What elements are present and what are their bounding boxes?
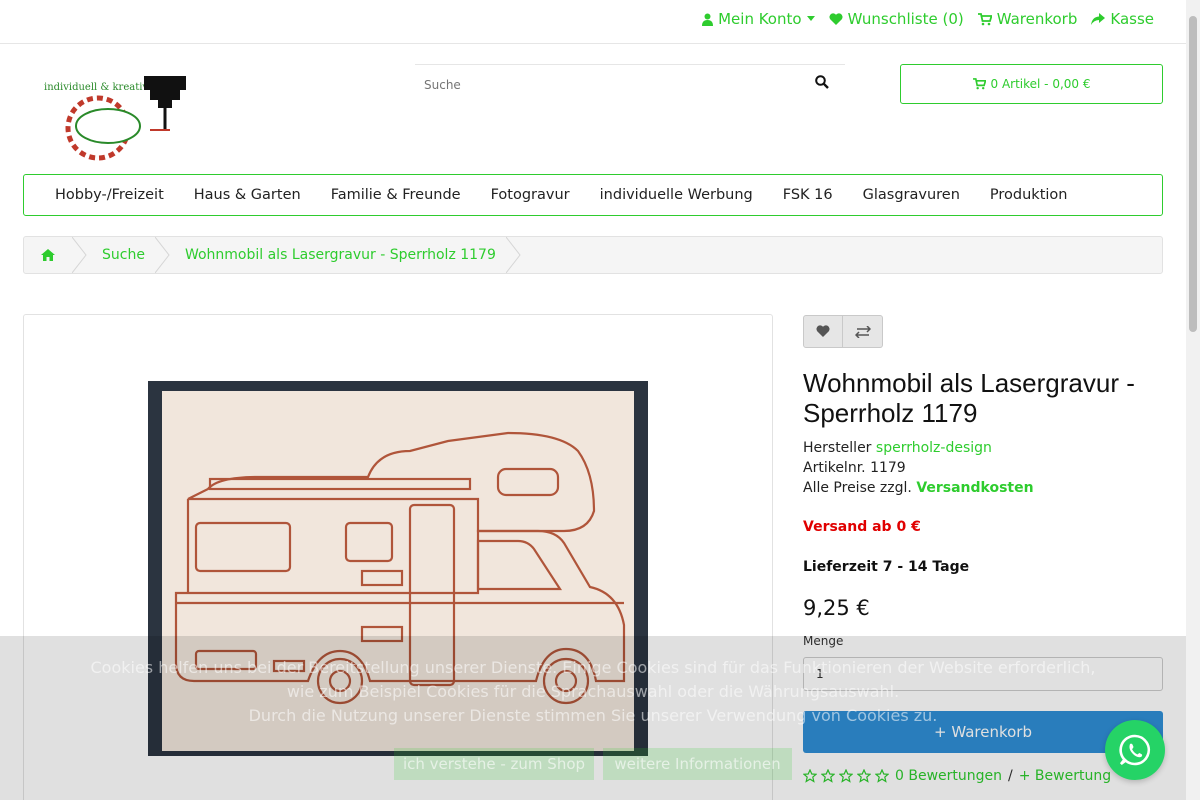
breadcrumb-home[interactable] <box>24 237 72 273</box>
product-meta: Hersteller sperrholz-design Artikelnr. 1… <box>803 438 1034 498</box>
manufacturer-label: Hersteller <box>803 440 872 456</box>
cookie-text: Cookies helfen uns bei der Bereitstellun… <box>0 656 1186 728</box>
cart-summary-text: 0 Artikel - 0,00 € <box>990 77 1091 91</box>
user-icon <box>702 13 714 26</box>
cart-icon <box>972 78 986 90</box>
nav-item-glasgravuren[interactable]: Glasgravuren <box>848 187 975 203</box>
manufacturer-row: Hersteller sperrholz-design <box>803 438 1034 458</box>
nav-item-haus-garten[interactable]: Haus & Garten <box>179 187 316 203</box>
wishlist-label: Wunschliste (0) <box>847 10 964 28</box>
breadcrumb-search[interactable]: Suche <box>92 237 155 273</box>
main-nav: Hobby-/Freizeit Haus & Garten Familie & … <box>23 174 1163 216</box>
cookie-more-info-button[interactable]: weitere Informationen <box>603 748 792 780</box>
search-bar <box>415 64 845 106</box>
delivery-time: Lieferzeit 7 - 14 Tage <box>803 559 970 575</box>
shipping-costs-link[interactable]: Versandkosten <box>916 480 1033 496</box>
product-price: 9,25 € <box>803 596 870 620</box>
product-title: Wohnmobil als Lasergravur - Sperrholz 11… <box>803 368 1135 428</box>
sku-value: 1179 <box>870 460 906 476</box>
account-label: Mein Konto <box>718 10 802 28</box>
breadcrumb: Suche Wohnmobil als Lasergravur - Sperrh… <box>23 236 1163 274</box>
compare-button[interactable] <box>843 315 883 348</box>
nav-item-familie[interactable]: Familie & Freunde <box>316 187 476 203</box>
shop-logo[interactable]: individuell & kreativ <box>40 72 190 162</box>
nav-item-hobby[interactable]: Hobby-/Freizeit <box>40 187 179 203</box>
cookie-accept-button[interactable]: ich verstehe - zum Shop <box>394 748 594 780</box>
compare-arrows-icon <box>854 325 871 338</box>
checkout-label: Kasse <box>1110 10 1154 28</box>
scrollbar-thumb[interactable] <box>1189 16 1197 332</box>
checkout-link[interactable]: Kasse <box>1091 10 1154 28</box>
search-button[interactable] <box>815 75 839 99</box>
cart-summary-button[interactable]: 0 Artikel - 0,00 € <box>900 64 1163 104</box>
heart-icon <box>816 325 830 337</box>
cart-link-label: Warenkorb <box>996 10 1078 28</box>
whatsapp-chat-button[interactable] <box>1105 720 1165 780</box>
scrollbar[interactable] <box>1186 0 1200 800</box>
nav-item-fotogravur[interactable]: Fotogravur <box>476 187 585 203</box>
nav-item-fsk16[interactable]: FSK 16 <box>768 187 848 203</box>
nav-item-werbung[interactable]: individuelle Werbung <box>585 187 768 203</box>
breadcrumb-separator <box>72 237 87 273</box>
wishlist-link[interactable]: Wunschliste (0) <box>829 10 964 28</box>
cookie-text-line: wie zum Beispiel Cookies für die Spracha… <box>286 682 900 701</box>
caret-down-icon <box>806 16 815 21</box>
breadcrumb-product[interactable]: Wohnmobil als Lasergravur - Sperrholz 11… <box>175 237 506 273</box>
cookie-text-line: Durch die Nutzung unserer Dienste stimme… <box>248 706 938 725</box>
breadcrumb-separator <box>154 237 170 273</box>
product-actions <box>803 315 883 348</box>
breadcrumb-separator <box>505 237 521 273</box>
account-link[interactable]: Mein Konto <box>702 10 815 28</box>
top-links: Mein Konto Wunschliste (0) Warenkorb Kas… <box>702 10 1154 28</box>
prices-note-row: Alle Preise zzgl. Versandkosten <box>803 478 1034 498</box>
manufacturer-link[interactable]: sperrholz-design <box>876 440 992 456</box>
search-input[interactable] <box>415 65 775 105</box>
sku-row: Artikelnr. 1179 <box>803 458 1034 478</box>
cart-icon <box>977 12 992 25</box>
cart-link[interactable]: Warenkorb <box>977 10 1078 28</box>
prices-note: Alle Preise zzgl. <box>803 480 912 496</box>
whatsapp-icon <box>1119 734 1151 766</box>
home-icon <box>41 249 55 261</box>
add-to-wishlist-button[interactable] <box>803 315 843 348</box>
cookie-banner: Cookies helfen uns bei der Bereitstellun… <box>0 636 1186 800</box>
search-icon <box>815 75 829 89</box>
nav-item-produktion[interactable]: Produktion <box>975 187 1083 203</box>
top-bar: Mein Konto Wunschliste (0) Warenkorb Kas… <box>0 0 1186 44</box>
svg-text:individuell & kreativ: individuell & kreativ <box>44 82 148 93</box>
cookie-text-line: Cookies helfen uns bei der Bereitstellun… <box>90 658 1096 677</box>
heart-icon <box>829 12 843 25</box>
share-arrow-icon <box>1091 13 1106 25</box>
sku-label: Artikelnr. <box>803 460 866 476</box>
shipping-from: Versand ab 0 € <box>803 519 921 535</box>
